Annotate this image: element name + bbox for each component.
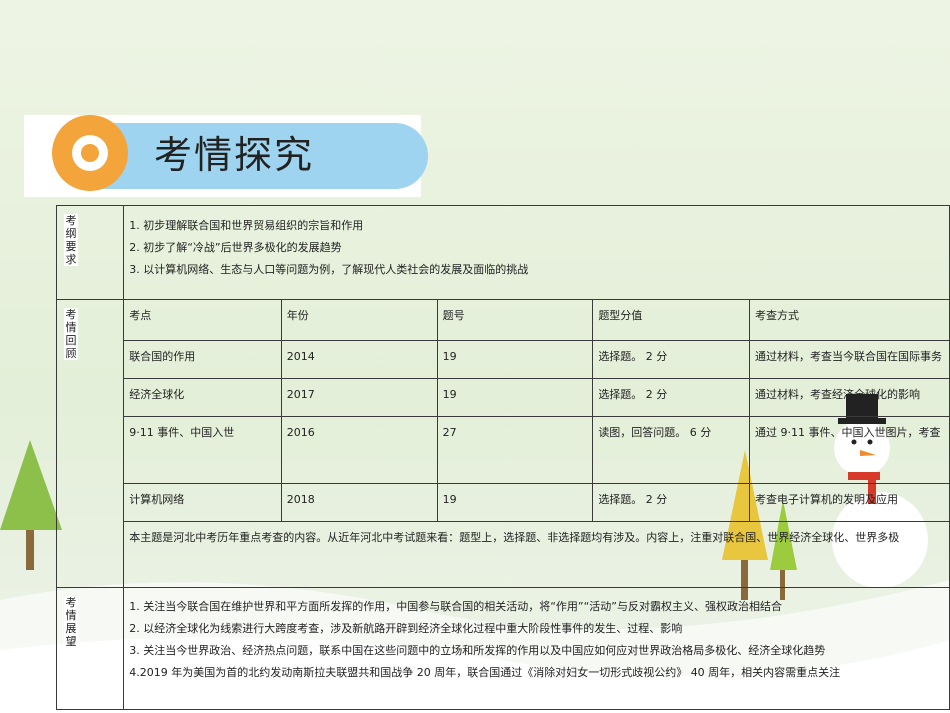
review-header-row: 考 情 回 顾 考点 年份 题号 题型分值 考查方式	[55, 299, 950, 588]
table-row: 计算机网络 2018 19 选择题。 2 分 考查电子计算机的发明及应用	[57, 483, 950, 522]
header-method: 考查方式	[748, 299, 950, 341]
requirements-label: 考 纲 要 求	[55, 205, 125, 300]
outlook-item: 3. 关注当今世界政治、经济热点问题，联系中国在这些问题中的立场和所发挥的作用以…	[129, 644, 826, 657]
header-number: 题号	[436, 299, 594, 341]
requirement-item: 3. 以计算机网络、生态与人口等问题为例，了解现代人类社会的发展及面临的挑战	[129, 263, 529, 276]
ring-icon	[52, 115, 128, 191]
header-type: 题型分值	[592, 299, 750, 341]
review-summary: 本主题是河北中考历年重点考查的内容。从近年河北中考试题来看：题型上，选择题、非选…	[123, 521, 950, 588]
section-banner: 考情探究	[24, 115, 428, 197]
outlook-row: 考 情 展 望 1. 关注当今联合国在维护世界和平方面所发挥的作用，中国参与联合…	[55, 587, 950, 710]
review-label: 考 情 回 顾	[55, 299, 125, 588]
header-kaodian: 考点	[123, 299, 282, 341]
outlook-item: 4.2019 年为美国为首的北约发动南斯拉夫联盟共和国战争 20 周年，联合国通…	[129, 666, 841, 679]
requirement-item: 1. 初步理解联合国和世界贸易组织的宗旨和作用	[129, 219, 364, 232]
outlook-content: 1. 关注当今联合国在维护世界和平方面所发挥的作用，中国参与联合国的相关活动，将…	[123, 587, 950, 710]
requirement-item: 2. 初步了解“冷战”后世界多极化的发展趋势	[129, 241, 342, 254]
outlook-item: 1. 关注当今联合国在维护世界和平方面所发挥的作用，中国参与联合国的相关活动，将…	[129, 600, 783, 613]
outlook-label: 考 情 展 望	[55, 587, 125, 710]
table-row: 经济全球化 2017 19 选择题。 2 分 通过材料，考查经济全球化的影响	[57, 378, 950, 417]
page-title: 考情探究	[154, 133, 315, 177]
header-year: 年份	[280, 299, 438, 341]
table-row: 联合国的作用 2014 19 选择题。 2 分 通过材料，考查当今联合国在国际事…	[57, 340, 950, 379]
requirements-row: 考 纲 要 求 1. 初步理解联合国和世界贸易组织的宗旨和作用 2. 初步了解“…	[55, 205, 950, 300]
tree-left-icon	[0, 440, 62, 570]
table-row: 9·11 事件、中国入世 2016 27 读图，回答问题。 6 分 通过 9·1…	[57, 416, 950, 484]
outlook-item: 2. 以经济全球化为线索进行大跨度考查，涉及新航路开辟到经济全球化过程中重大阶段…	[129, 622, 683, 635]
requirements-content: 1. 初步理解联合国和世界贸易组织的宗旨和作用 2. 初步了解“冷战”后世界多极…	[123, 205, 950, 300]
exam-analysis-table: 考 纲 要 求 1. 初步理解联合国和世界贸易组织的宗旨和作用 2. 初步了解“…	[55, 205, 950, 710]
review-summary-row: 本主题是河北中考历年重点考查的内容。从近年河北中考试题来看：题型上，选择题、非选…	[57, 521, 950, 588]
